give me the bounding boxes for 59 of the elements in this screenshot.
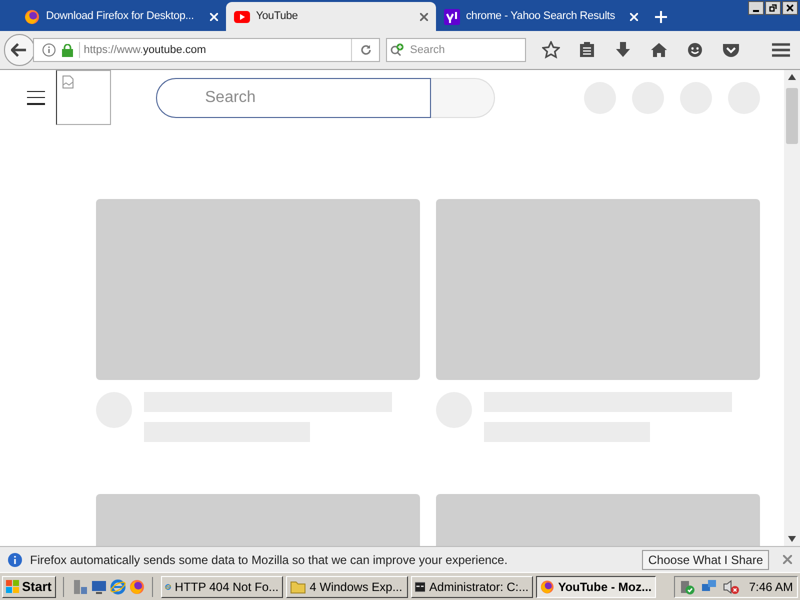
close-icon xyxy=(786,4,794,12)
tab-title: YouTube xyxy=(256,9,299,24)
lock-icon xyxy=(62,44,73,56)
download-icon xyxy=(616,42,630,58)
ie-icon xyxy=(110,578,126,594)
plus-icon xyxy=(655,10,667,22)
taskbar-button[interactable]: HTTP 404 Not Fo... xyxy=(160,576,283,598)
tab-title: chrome - Yahoo Search Results xyxy=(466,9,616,24)
smiley-icon xyxy=(687,42,703,58)
taskbar-button[interactable]: Administrator: C:... xyxy=(410,576,533,598)
reload-icon xyxy=(360,44,372,56)
browser-tab[interactable]: YouTube xyxy=(226,2,436,31)
browser-tab[interactable]: Download Firefox for Desktop... xyxy=(16,2,226,31)
scrollbar[interactable] xyxy=(784,70,800,546)
shield-check-icon[interactable] xyxy=(678,578,695,594)
search-field[interactable]: Search xyxy=(386,38,526,62)
search-field[interactable]: Search xyxy=(156,78,431,118)
pocket-icon xyxy=(722,42,740,58)
url-text: https://www.youtube.com xyxy=(78,42,345,58)
yahoo-icon xyxy=(444,8,460,24)
broken-logo-image[interactable] xyxy=(56,70,111,125)
minimize-button[interactable] xyxy=(748,1,764,15)
search-icon xyxy=(390,43,406,57)
menu-button[interactable] xyxy=(27,90,45,104)
address-bar[interactable]: https://www.youtube.com xyxy=(32,38,380,62)
firefox-icon xyxy=(540,578,554,594)
list-icon xyxy=(579,42,595,58)
restore-icon xyxy=(769,4,777,12)
scroll-up-icon[interactable] xyxy=(788,74,796,80)
restore-button[interactable] xyxy=(765,1,781,15)
taskbar-button[interactable]: YouTube - Moz... xyxy=(536,576,656,598)
star-icon xyxy=(542,41,560,59)
menu-icon xyxy=(772,43,790,57)
info-icon xyxy=(8,552,22,566)
broken-image-icon xyxy=(61,75,75,89)
info-icon xyxy=(42,43,56,57)
notification-message: Firefox automatically sends some data to Mozilla so that we can improve your experience. xyxy=(30,552,509,568)
clock: 7:46 AM xyxy=(748,578,793,596)
choose-what-i-share-button[interactable]: Choose What I Share xyxy=(642,550,769,570)
scrollbar-thumb[interactable] xyxy=(786,88,798,144)
windows-logo-icon xyxy=(6,580,20,594)
close-button[interactable] xyxy=(782,1,798,15)
desktop-icon[interactable] xyxy=(90,578,107,594)
console-icon xyxy=(414,580,426,594)
close-icon[interactable] xyxy=(420,12,428,20)
home-icon xyxy=(650,42,668,58)
firefox-icon xyxy=(128,578,145,594)
taskbar-button[interactable]: 4 Windows Exp... xyxy=(286,576,408,598)
back-arrow-icon xyxy=(11,43,28,57)
browser-tab[interactable]: chrome - Yahoo Search Results xyxy=(436,2,646,31)
scroll-down-icon[interactable] xyxy=(788,536,796,542)
folder-icon xyxy=(290,578,306,594)
server-icon[interactable] xyxy=(72,578,88,594)
tab-title: Download Firefox for Desktop... xyxy=(46,9,195,24)
muted-speaker-icon[interactable] xyxy=(722,578,739,594)
play-icon xyxy=(234,10,250,22)
start-button[interactable]: Start xyxy=(2,576,56,598)
back-button[interactable] xyxy=(4,34,35,66)
firefox-icon xyxy=(24,8,40,24)
